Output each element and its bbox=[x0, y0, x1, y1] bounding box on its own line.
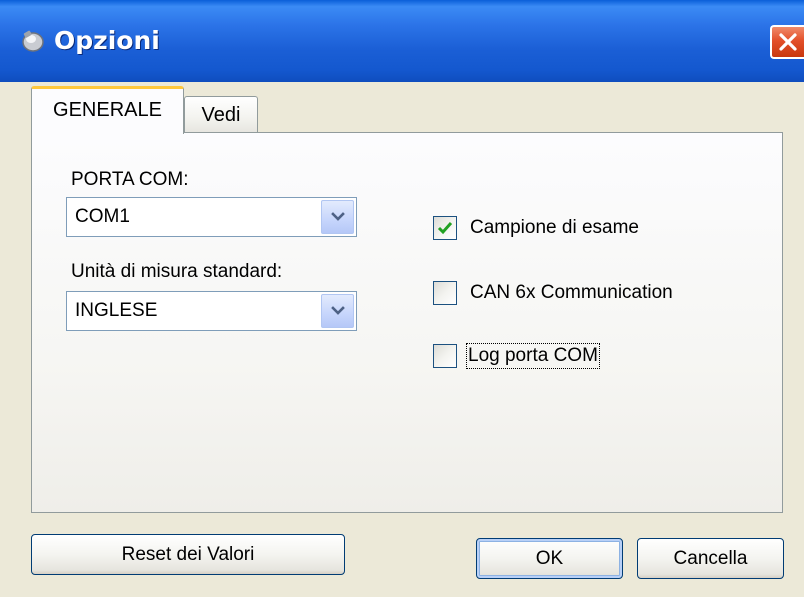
campione-label[interactable]: Campione di esame bbox=[470, 217, 639, 239]
units-select[interactable]: INGLESE bbox=[66, 291, 357, 331]
tab-vedi[interactable]: Vedi bbox=[184, 96, 258, 132]
check-icon bbox=[437, 222, 453, 235]
title-bar[interactable]: Opzioni bbox=[0, 0, 804, 82]
chevron-down-icon bbox=[331, 212, 345, 221]
can-communication-label[interactable]: CAN 6x Communication bbox=[470, 282, 673, 304]
com-port-label: PORTA COM: bbox=[71, 169, 189, 190]
tab-generale[interactable]: GENERALE bbox=[31, 86, 184, 134]
app-icon bbox=[22, 30, 44, 52]
com-port-select[interactable]: COM1 bbox=[66, 197, 357, 237]
log-com-checkbox[interactable] bbox=[433, 344, 457, 368]
options-dialog: Opzioni Vedi GENERALE PORTA COM: COM1 Un… bbox=[0, 0, 804, 597]
window-title: Opzioni bbox=[54, 26, 160, 55]
chevron-down-icon bbox=[331, 306, 345, 315]
com-port-dropdown-button[interactable] bbox=[321, 200, 354, 234]
cancel-button[interactable]: Cancella bbox=[637, 538, 784, 579]
units-dropdown-button[interactable] bbox=[321, 294, 354, 328]
units-value: INGLESE bbox=[75, 300, 158, 321]
can-communication-checkbox[interactable] bbox=[433, 281, 457, 305]
tab-panel-generale: PORTA COM: COM1 Unità di misura standard… bbox=[31, 132, 783, 513]
reset-button[interactable]: Reset dei Valori bbox=[31, 534, 345, 575]
close-button[interactable] bbox=[770, 25, 804, 59]
close-icon bbox=[779, 33, 797, 51]
units-label: Unità di misura standard: bbox=[71, 261, 283, 282]
campione-checkbox[interactable] bbox=[433, 216, 457, 240]
ok-button[interactable]: OK bbox=[476, 538, 623, 579]
com-port-value: COM1 bbox=[75, 206, 130, 227]
log-com-label[interactable]: Log porta COM bbox=[466, 343, 600, 369]
